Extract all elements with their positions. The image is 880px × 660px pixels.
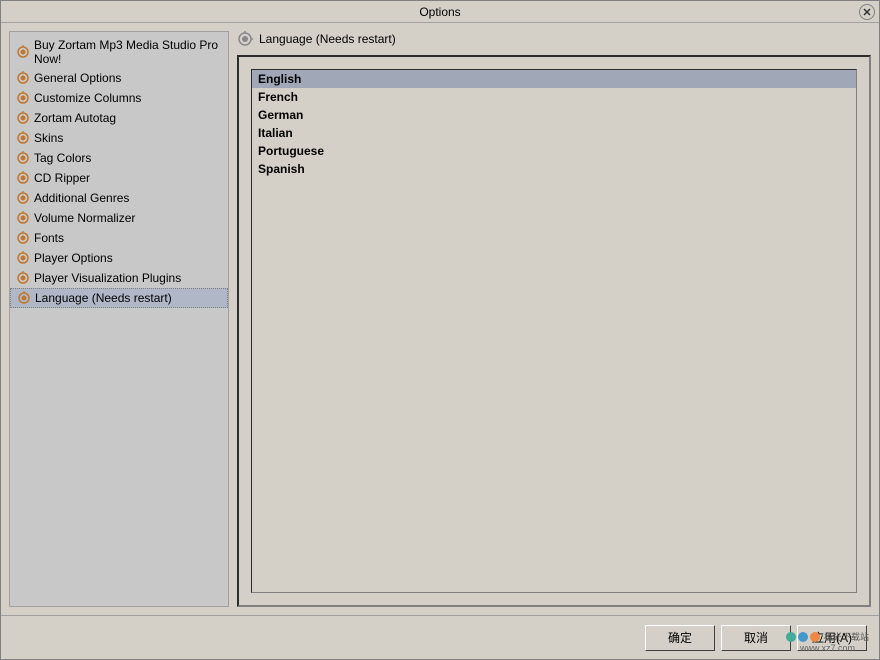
title-bar: Options [1, 1, 879, 23]
sidebar-item-general[interactable]: General Options [10, 68, 228, 88]
sidebar-item-plugins[interactable]: Player Visualization Plugins [10, 268, 228, 288]
language-item-english[interactable]: English [252, 70, 856, 88]
sidebar-label-columns: Customize Columns [34, 91, 141, 105]
sidebar-icon-fonts [16, 231, 30, 245]
language-item-italian[interactable]: Italian [252, 124, 856, 142]
sidebar-label-tagcolors: Tag Colors [34, 151, 91, 165]
section-header-text: Language (Needs restart) [259, 32, 396, 46]
sidebar-label-cdripper: CD Ripper [34, 171, 90, 185]
sidebar-item-tagcolors[interactable]: Tag Colors [10, 148, 228, 168]
watermark-circle-orange [810, 632, 820, 642]
cancel-button[interactable]: 取消 [721, 625, 791, 651]
sidebar-label-language: Language (Needs restart) [35, 291, 172, 305]
sidebar-icon-tagcolors [16, 151, 30, 165]
sidebar-item-cdripper[interactable]: CD Ripper [10, 168, 228, 188]
sidebar-item-autotag[interactable]: Zortam Autotag [10, 108, 228, 128]
sidebar-item-player[interactable]: Player Options [10, 248, 228, 268]
watermark: 极光下载站 www.xz7.com [786, 630, 869, 653]
sidebar-label-player: Player Options [34, 251, 113, 265]
watermark-logo: 极光下载站 [786, 630, 869, 643]
section-header: Language (Needs restart) [237, 31, 871, 47]
sidebar-label-buy: Buy Zortam Mp3 Media Studio Pro Now! [34, 38, 222, 66]
sidebar-icon-skins [16, 131, 30, 145]
watermark-text-line1: 极光下载站 [824, 630, 869, 643]
sidebar-item-buy[interactable]: Buy Zortam Mp3 Media Studio Pro Now! [10, 36, 228, 68]
language-item-french[interactable]: French [252, 88, 856, 106]
watermark-text-line2: www.xz7.com [800, 643, 855, 653]
language-item-german[interactable]: German [252, 106, 856, 124]
sidebar-icon-genres [16, 191, 30, 205]
sidebar-label-general: General Options [34, 71, 121, 85]
language-list[interactable]: EnglishFrenchGermanItalianPortugueseSpan… [251, 69, 857, 593]
main-panel: Language (Needs restart) EnglishFrenchGe… [237, 31, 871, 607]
language-item-spanish[interactable]: Spanish [252, 160, 856, 178]
footer: 确定 取消 应用(A) 极光下载站 www.xz7.com [1, 615, 879, 659]
section-header-icon [237, 31, 253, 47]
sidebar-label-volume: Volume Normalizer [34, 211, 135, 225]
content-area: Buy Zortam Mp3 Media Studio Pro Now! Gen… [1, 23, 879, 615]
sidebar-item-language[interactable]: Language (Needs restart) [10, 288, 228, 308]
watermark-circle-blue [798, 632, 808, 642]
watermark-circle-green [786, 632, 796, 642]
options-window: Options Buy Zortam Mp3 Media Studio Pro … [0, 0, 880, 660]
sidebar-label-skins: Skins [34, 131, 63, 145]
sidebar-icon-player [16, 251, 30, 265]
ok-button[interactable]: 确定 [645, 625, 715, 651]
sidebar-icon-buy [16, 45, 30, 59]
sidebar-label-genres: Additional Genres [34, 191, 129, 205]
sidebar-icon-autotag [16, 111, 30, 125]
sidebar-icon-columns [16, 91, 30, 105]
sidebar-item-skins[interactable]: Skins [10, 128, 228, 148]
sidebar-label-fonts: Fonts [34, 231, 64, 245]
close-button[interactable] [859, 4, 875, 20]
sidebar-icon-cdripper [16, 171, 30, 185]
sidebar-item-volume[interactable]: Volume Normalizer [10, 208, 228, 228]
sidebar-icon-general [16, 71, 30, 85]
sidebar: Buy Zortam Mp3 Media Studio Pro Now! Gen… [9, 31, 229, 607]
sidebar-item-columns[interactable]: Customize Columns [10, 88, 228, 108]
sidebar-icon-volume [16, 211, 30, 225]
language-box: EnglishFrenchGermanItalianPortugueseSpan… [237, 55, 871, 607]
window-title: Options [419, 5, 460, 19]
sidebar-icon-language [17, 291, 31, 305]
sidebar-icon-plugins [16, 271, 30, 285]
sidebar-item-fonts[interactable]: Fonts [10, 228, 228, 248]
language-item-portuguese[interactable]: Portuguese [252, 142, 856, 160]
sidebar-label-autotag: Zortam Autotag [34, 111, 116, 125]
sidebar-item-genres[interactable]: Additional Genres [10, 188, 228, 208]
sidebar-label-plugins: Player Visualization Plugins [34, 271, 181, 285]
